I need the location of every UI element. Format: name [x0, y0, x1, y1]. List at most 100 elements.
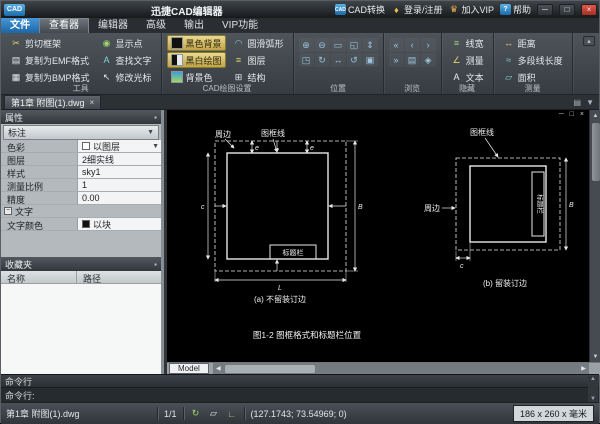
favorites-list[interactable] — [1, 284, 161, 375]
bw-drawing-button[interactable]: 黑白绘图 — [167, 52, 226, 68]
zoom-in-icon[interactable]: ⊕ — [299, 38, 314, 52]
property-row-text-color[interactable]: 文字颜色 以块 — [1, 218, 161, 231]
tab-list-icon[interactable]: ▤ — [574, 98, 582, 107]
pages-icon[interactable]: ▤ — [405, 53, 420, 67]
maximize-button[interactable]: □ — [559, 4, 575, 16]
home-view-icon[interactable]: ◈ — [421, 53, 436, 67]
property-row-layer[interactable]: 图层 2细实线 — [1, 153, 161, 166]
measure-toggle-icon: ∠ — [451, 54, 463, 66]
document-tab-close-icon[interactable]: × — [90, 98, 95, 107]
help-button[interactable]: ? 帮助 — [500, 3, 531, 16]
dim-L: L — [278, 285, 282, 292]
find-text-label: 查找文字 — [116, 54, 152, 67]
find-text-button[interactable]: A 查找文字 — [97, 52, 156, 68]
tab-dropdown-icon[interactable]: ▼ — [586, 98, 594, 107]
property-row-style[interactable]: 样式 sky1 — [1, 166, 161, 179]
document-tab[interactable]: 第1章 附图(1).dwg × — [4, 95, 101, 109]
collapse-section-icon[interactable]: − — [4, 207, 12, 215]
area-button[interactable]: ▱ 面积 — [499, 69, 567, 85]
polyline-length-button[interactable]: ≈ 多段线长度 — [499, 52, 567, 68]
scroll-right-icon[interactable]: ▶ — [578, 363, 589, 375]
copy-bmp-button[interactable]: ▦ 复制为BMP格式 — [6, 69, 94, 85]
lineweight-toggle-button[interactable]: ≡ 线宽 — [447, 35, 488, 51]
status-refresh-icon[interactable]: ↻ — [190, 408, 202, 420]
minimize-button[interactable]: ─ — [537, 4, 553, 16]
category-combobox[interactable]: 标注 ▼ — [3, 125, 159, 140]
zoom-previous-icon[interactable]: ↻ — [315, 53, 330, 67]
scroll-left-icon[interactable]: ◀ — [213, 363, 224, 375]
pin-icon[interactable]: ▪ — [154, 113, 157, 122]
tab-viewer[interactable]: 查看器 — [39, 18, 89, 33]
tab-advanced[interactable]: 高级 — [137, 18, 175, 33]
zoom-all-icon[interactable]: ◳ — [299, 53, 314, 67]
command-line-input[interactable]: 命令行: — [1, 388, 599, 403]
group-caption-cad-settings: CAD绘图设置 — [162, 84, 293, 94]
refresh-icon[interactable]: ↺ — [347, 53, 362, 67]
status-angle-icon[interactable]: ∟ — [226, 408, 238, 420]
background-color-button[interactable]: 背景色 — [167, 69, 226, 85]
zoom-extents-icon[interactable]: ◱ — [347, 38, 362, 52]
modify-cursor-button[interactable]: ↖ 修改光标 — [97, 69, 156, 85]
command-scrollbar[interactable]: ▲ ▼ — [588, 376, 598, 402]
viewport-maximize-icon[interactable]: □ — [570, 111, 574, 118]
ribbon-group-hide: ≡ 线宽 ∠ 测量 A 文本 隐藏 — [442, 33, 494, 94]
scroll-up-icon[interactable]: ▲ — [590, 376, 596, 382]
ribbon-collapse-icon[interactable]: ▴ — [583, 36, 595, 46]
login-label: 登录/注册 — [404, 3, 443, 16]
pin-icon[interactable]: ▪ — [154, 260, 157, 269]
cursor-icon: ↖ — [101, 71, 113, 83]
copy-emf-button[interactable]: ▤ 复制为EMF格式 — [6, 52, 94, 68]
horizontal-scrollbar[interactable]: ◀ ▶ — [213, 363, 589, 375]
scroll-up-icon[interactable]: ▲ — [590, 110, 600, 121]
viewport-close-icon[interactable]: × — [580, 111, 584, 118]
pan-icon[interactable]: ⇕ — [363, 38, 378, 52]
layers-button[interactable]: ≡ 图层 — [229, 52, 288, 68]
zoom-out-icon[interactable]: ⊖ — [315, 38, 330, 52]
scroll-down-icon[interactable]: ▼ — [590, 351, 600, 362]
vertical-scroll-thumb[interactable] — [592, 123, 600, 181]
first-page-icon[interactable]: « — [389, 38, 404, 52]
copy-emf-label: 复制为EMF格式 — [25, 54, 89, 67]
drawing-viewport[interactable]: ─ □ × — [167, 110, 589, 362]
property-row-precision[interactable]: 精度 0.00 — [1, 192, 161, 205]
favorites-col-name[interactable]: 名称 — [1, 271, 77, 283]
next-page-icon[interactable]: › — [421, 38, 436, 52]
close-button[interactable]: × — [581, 4, 597, 16]
model-tab[interactable]: Model — [169, 363, 209, 374]
smooth-arc-button[interactable]: ◠ 圆滑弧形 — [229, 35, 288, 51]
structure-button[interactable]: ⊞ 结构 — [229, 69, 288, 85]
move-icon[interactable]: ↔ — [331, 53, 346, 67]
chevron-down-icon[interactable]: ▼ — [152, 143, 159, 150]
text-toggle-button[interactable]: A 文本 — [447, 69, 488, 85]
join-vip-button[interactable]: ♛ 加入VIP — [448, 3, 494, 16]
tab-file[interactable]: 文件 — [1, 18, 39, 33]
show-points-button[interactable]: ◉ 显示点 — [97, 35, 156, 51]
measure-toggle-button[interactable]: ∠ 测量 — [447, 52, 488, 68]
property-row-measure-scale[interactable]: 测量比例 1 — [1, 179, 161, 192]
cad-convert-button[interactable]: CAD CAD转换 — [335, 3, 385, 16]
tab-vip-features[interactable]: VIP功能 — [213, 18, 267, 33]
property-section-text[interactable]: − 文字 — [1, 205, 161, 218]
tab-editor[interactable]: 编辑器 — [89, 18, 137, 33]
cut-frame-button[interactable]: ✂ 剪切框架 — [6, 35, 94, 51]
property-row-color[interactable]: 色彩 以图层 ▼ — [1, 140, 161, 153]
distance-button[interactable]: ↔ 距离 — [499, 35, 567, 51]
viewport-minimize-icon[interactable]: ─ — [559, 111, 564, 118]
zoom-window-icon[interactable]: ▭ — [331, 38, 346, 52]
vertical-scrollbar[interactable]: ▲ ▼ — [589, 110, 600, 362]
background-color-icon — [171, 71, 183, 83]
drawing-area: ─ □ × — [167, 110, 600, 374]
prev-page-icon[interactable]: ‹ — [405, 38, 420, 52]
layers-icon: ≡ — [233, 54, 245, 66]
login-icon: ♦ — [391, 4, 402, 15]
horizontal-scroll-thumb[interactable] — [225, 365, 315, 373]
figure-caption: 图1-2 图框格式和标题栏位置 — [253, 330, 362, 340]
black-background-button[interactable]: 黑色背景 — [167, 35, 226, 51]
favorites-col-path[interactable]: 路径 — [77, 271, 161, 283]
label-b-margin: 周边 — [424, 203, 440, 213]
tab-output[interactable]: 输出 — [175, 18, 213, 33]
last-page-icon[interactable]: » — [389, 53, 404, 67]
status-plane-icon[interactable]: ▱ — [208, 408, 220, 420]
login-button[interactable]: ♦ 登录/注册 — [391, 3, 443, 16]
locate-icon[interactable]: ▣ — [363, 53, 378, 67]
